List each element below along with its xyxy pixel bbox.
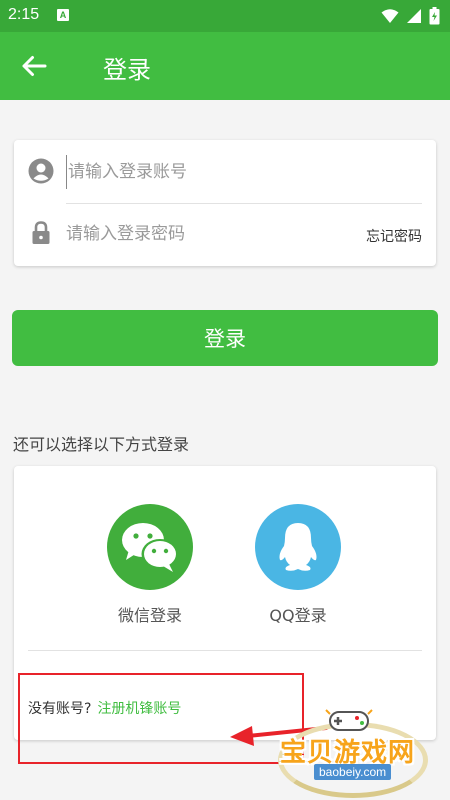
signal-icon (407, 9, 421, 23)
forgot-password-link[interactable]: 忘记密码 (366, 226, 422, 246)
qq-penguin-icon (255, 504, 341, 590)
status-time: 2:15 (8, 6, 40, 23)
password-input[interactable] (66, 217, 346, 251)
qq-login-button[interactable]: QQ登录 (238, 504, 358, 626)
back-arrow-icon (22, 56, 47, 76)
watermark: 宝贝游戏网 baobeiy.com (268, 700, 448, 800)
wechat-login-button[interactable]: 微信登录 (90, 504, 210, 626)
back-button[interactable] (14, 48, 54, 84)
battery-icon (429, 7, 440, 25)
wechat-login-label: 微信登录 (117, 606, 182, 625)
wifi-icon (381, 9, 399, 23)
page-title: 登录 (103, 56, 151, 84)
app-notification-icon: A (57, 9, 69, 21)
status-icons (381, 7, 440, 25)
lock-icon (32, 221, 50, 244)
social-divider (28, 650, 422, 651)
account-input[interactable] (66, 155, 346, 189)
wechat-icon (107, 504, 193, 590)
login-button[interactable]: 登录 (12, 310, 438, 366)
password-row: 忘记密码 (14, 204, 436, 264)
app-bar: 登录 (0, 32, 450, 100)
account-row (14, 142, 436, 204)
qq-login-label: QQ登录 (269, 606, 327, 625)
watermark-url: baobeiy.com (314, 764, 392, 780)
login-form-card: 忘记密码 (14, 140, 436, 266)
status-bar: 2:15 A (0, 0, 450, 32)
user-icon (28, 158, 54, 184)
other-login-label: 还可以选择以下方式登录 (13, 435, 190, 454)
